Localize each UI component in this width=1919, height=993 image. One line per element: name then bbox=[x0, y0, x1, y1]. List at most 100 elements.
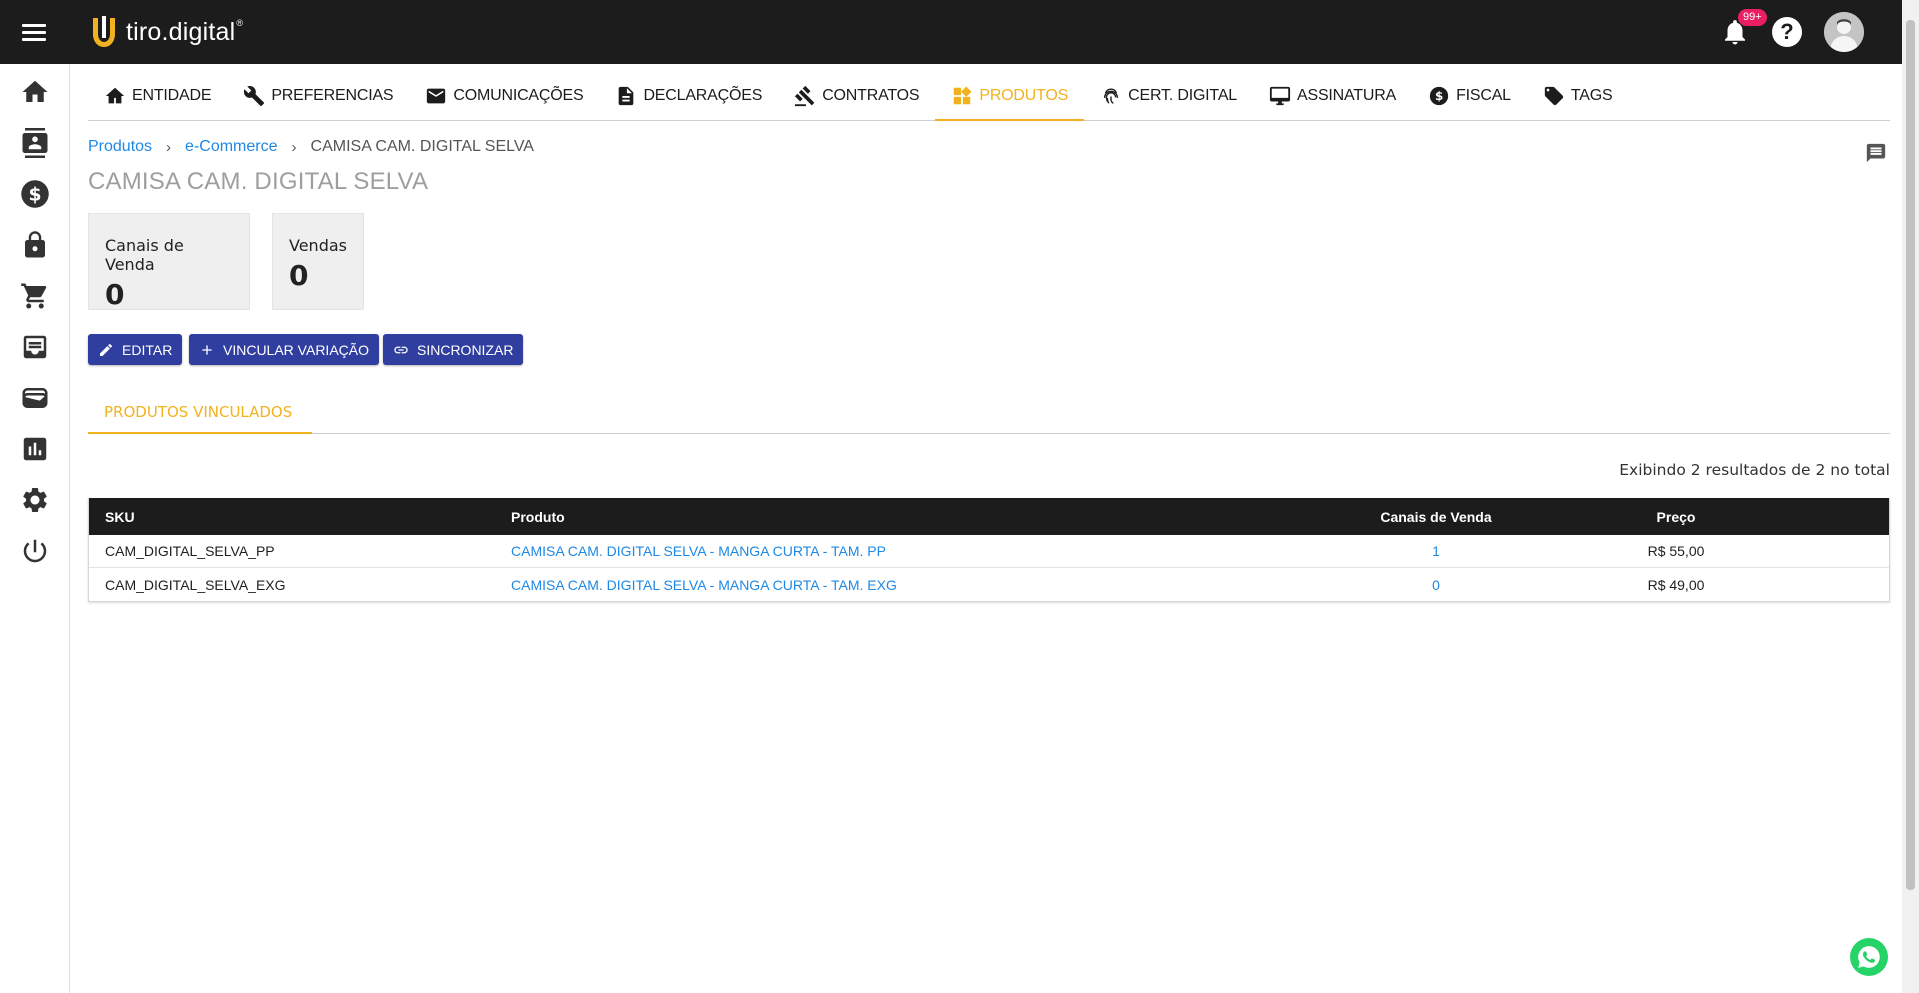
plus-icon bbox=[202, 344, 212, 355]
wallet-icon bbox=[22, 388, 48, 408]
sidebar: $ bbox=[0, 64, 70, 993]
tab-fiscal[interactable]: $ FISCAL bbox=[1412, 72, 1527, 120]
tab-label: COMUNICAÇÕES bbox=[453, 87, 584, 104]
tab-label: ASSINATURA bbox=[1297, 87, 1397, 104]
chevron-right-icon: › bbox=[291, 138, 297, 156]
logo-text: tiro.digital® bbox=[126, 17, 244, 46]
column-header-produto[interactable]: Produto bbox=[511, 509, 1311, 525]
column-header-preco[interactable]: Preço bbox=[1561, 509, 1791, 525]
gavel-icon bbox=[795, 85, 815, 107]
edit-button[interactable]: EDITAR bbox=[88, 334, 183, 365]
comment-icon[interactable] bbox=[1864, 142, 1888, 164]
top-app-bar: tiro.digital® 99+ ? bbox=[0, 0, 1919, 64]
tab-declaracoes[interactable]: DECLARAÇÕES bbox=[599, 72, 778, 120]
breadcrumb-current: CAMISA CAM. DIGITAL SELVA bbox=[310, 138, 534, 155]
table-row: CAM_DIGITAL_SELVA_PP CAMISA CAM. DIGITAL… bbox=[89, 535, 1889, 568]
tab-entidade[interactable]: ENTIDADE bbox=[88, 72, 227, 120]
logo[interactable]: tiro.digital® bbox=[90, 14, 243, 50]
channels-count-link[interactable]: 1 bbox=[1432, 543, 1440, 559]
tab-label: PREFERENCIAS bbox=[271, 87, 394, 104]
fingerprint-icon bbox=[1104, 88, 1119, 104]
sync-button[interactable]: SINCRONIZAR bbox=[383, 334, 524, 365]
button-label: SINCRONIZAR bbox=[417, 341, 514, 358]
tab-label: CONTRATOS bbox=[822, 87, 920, 104]
link-variation-button[interactable]: VINCULAR VARIAÇÃO bbox=[189, 334, 379, 365]
stat-card-canais: Canais de Venda 0 bbox=[88, 213, 250, 311]
breadcrumb: Produtos › e-Commerce › CAMISA CAM. DIGI… bbox=[88, 138, 534, 156]
dollar-circle-icon: $ bbox=[1429, 86, 1449, 106]
scrollbar-thumb[interactable] bbox=[1906, 20, 1915, 890]
breadcrumb-ecommerce[interactable]: e-Commerce bbox=[185, 138, 277, 156]
column-header-canais[interactable]: Canais de Venda bbox=[1311, 509, 1561, 525]
svg-text:$: $ bbox=[1435, 89, 1443, 103]
tab-produtos[interactable]: PRODUTOS bbox=[935, 72, 1085, 121]
tab-preferencias[interactable]: PREFERENCIAS bbox=[227, 72, 409, 120]
sidebar-item-wallet[interactable] bbox=[19, 382, 51, 414]
building-icon bbox=[105, 87, 125, 104]
pencil-icon bbox=[100, 343, 113, 356]
sidebar-item-reports[interactable] bbox=[19, 433, 51, 465]
tab-produtos-vinculados[interactable]: PRODUTOS VINCULADOS bbox=[88, 392, 312, 434]
cart-icon bbox=[21, 283, 47, 309]
product-link[interactable]: CAMISA CAM. DIGITAL SELVA - MANGA CURTA … bbox=[511, 543, 886, 559]
module-tabs: ENTIDADE PREFERENCIAS COMUNICAÇÕES DECLA… bbox=[88, 72, 1890, 121]
detail-tabs: PRODUTOS VINCULADOS bbox=[88, 392, 1890, 434]
tag-icon bbox=[1544, 86, 1564, 106]
channels-count-link[interactable]: 0 bbox=[1432, 577, 1440, 593]
tab-assinatura[interactable]: ASSINATURA bbox=[1253, 72, 1412, 120]
stat-value: 0 bbox=[289, 259, 309, 292]
tab-label: PRODUTOS bbox=[979, 86, 1069, 104]
table-header: SKU Produto Canais de Venda Preço bbox=[89, 498, 1889, 535]
stat-value: 0 bbox=[105, 278, 125, 311]
sidebar-item-logout[interactable] bbox=[19, 535, 51, 567]
sidebar-item-contacts[interactable] bbox=[19, 127, 51, 159]
notifications-badge: 99+ bbox=[1738, 9, 1767, 26]
stat-label: Canais de Venda bbox=[105, 236, 184, 274]
scrollbar[interactable] bbox=[1902, 0, 1919, 993]
linked-products-table: SKU Produto Canais de Venda Preço CAM_DI… bbox=[88, 498, 1890, 602]
tab-comunicacoes[interactable]: COMUNICAÇÕES bbox=[409, 72, 599, 120]
sidebar-item-finance[interactable]: $ bbox=[19, 178, 51, 210]
document-icon bbox=[619, 86, 634, 106]
sidebar-item-security[interactable] bbox=[19, 229, 51, 261]
button-label: EDITAR bbox=[122, 341, 173, 358]
user-avatar-icon bbox=[1824, 12, 1864, 52]
page-title: CAMISA CAM. DIGITAL SELVA bbox=[88, 168, 429, 195]
product-link[interactable]: CAMISA CAM. DIGITAL SELVA - MANGA CURTA … bbox=[511, 577, 897, 593]
whatsapp-button[interactable] bbox=[1850, 938, 1888, 976]
inbox-icon bbox=[23, 335, 47, 359]
wrench-icon bbox=[244, 86, 265, 107]
sidebar-item-inbox[interactable] bbox=[19, 331, 51, 363]
table-row: CAM_DIGITAL_SELVA_EXG CAMISA CAM. DIGITA… bbox=[89, 568, 1889, 601]
avatar[interactable] bbox=[1824, 12, 1864, 52]
widgets-icon bbox=[954, 86, 972, 104]
chart-icon bbox=[23, 437, 47, 461]
tab-label: CERT. DIGITAL bbox=[1128, 87, 1237, 104]
notifications-button[interactable]: 99+ bbox=[1720, 9, 1767, 47]
sidebar-item-settings[interactable] bbox=[19, 484, 51, 516]
stat-card-vendas: Vendas 0 bbox=[272, 213, 364, 310]
gear-icon bbox=[23, 487, 47, 512]
tab-tags[interactable]: TAGS bbox=[1527, 72, 1629, 120]
mail-icon bbox=[427, 88, 446, 104]
help-button[interactable]: ? bbox=[1772, 17, 1802, 47]
sidebar-item-home[interactable] bbox=[19, 76, 51, 108]
chevron-right-icon: › bbox=[166, 138, 172, 156]
tab-cert-digital[interactable]: CERT. DIGITAL bbox=[1084, 72, 1253, 120]
contacts-icon bbox=[22, 128, 48, 158]
svg-text:$: $ bbox=[28, 184, 41, 205]
cell-preco: R$ 49,00 bbox=[1647, 576, 1705, 593]
tab-contratos[interactable]: CONTRATOS bbox=[778, 72, 935, 120]
menu-icon[interactable] bbox=[22, 21, 46, 43]
sidebar-item-cart[interactable] bbox=[19, 280, 51, 312]
button-label: VINCULAR VARIAÇÃO bbox=[223, 341, 369, 358]
tab-label: TAGS bbox=[1570, 87, 1613, 104]
breadcrumb-produtos[interactable]: Produtos bbox=[88, 138, 152, 156]
tab-label: DECLARAÇÕES bbox=[643, 87, 763, 104]
cell-sku: CAM_DIGITAL_SELVA_PP bbox=[105, 543, 275, 559]
tab-label: FISCAL bbox=[1456, 87, 1511, 104]
logo-mark-icon bbox=[93, 16, 115, 47]
link-icon bbox=[394, 346, 408, 353]
column-header-sku[interactable]: SKU bbox=[89, 509, 511, 525]
monitor-icon bbox=[1269, 86, 1291, 106]
